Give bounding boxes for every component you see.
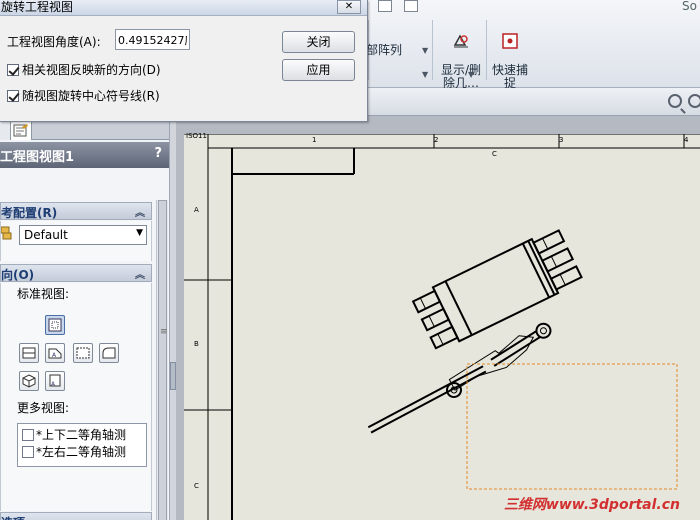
- watermark-text: 三维网www.3dportal.cn: [503, 497, 680, 513]
- dialog-title-bar[interactable]: 旋转工程视图 ✕: [0, 0, 367, 16]
- checkbox[interactable]: [22, 429, 34, 441]
- shaft-drawing-view: [490, 322, 552, 367]
- checkbox[interactable]: [22, 446, 34, 458]
- more-views-list[interactable]: *上下二等角轴测 *左右二等角轴测: [17, 423, 147, 467]
- checkbox-checked-icon[interactable]: [7, 64, 19, 76]
- column-label: 1: [312, 136, 317, 144]
- top-view-icon: A: [48, 348, 62, 359]
- show-hide-icon: [453, 34, 468, 48]
- dialog-close-button[interactable]: ✕: [337, 0, 361, 14]
- options-header[interactable]: 选项: [0, 512, 152, 520]
- orientation-header[interactable]: 向(O) ︽: [0, 264, 152, 282]
- right-view-button[interactable]: [73, 343, 93, 363]
- configuration-icon: [1, 226, 12, 240]
- bottom-view-icon: A: [49, 374, 61, 388]
- standard-views-label: 标准视图:: [17, 287, 70, 301]
- fork-drawing-view: [411, 229, 583, 350]
- shaft-end-view: [446, 382, 462, 398]
- more-views-label: 更多视图:: [17, 401, 70, 415]
- dropdown-arrow-icon[interactable]: ▼: [468, 70, 474, 79]
- bottom-view-button[interactable]: A: [45, 371, 65, 391]
- front-view-button[interactable]: [19, 343, 39, 363]
- update-related-views-checkbox[interactable]: 相关视图反映新的方向(D): [7, 61, 161, 78]
- reference-config-header[interactable]: 考配置(R) ︽: [0, 202, 152, 220]
- help-icon[interactable]: ?: [154, 146, 162, 161]
- column-label: 2: [434, 136, 439, 144]
- dialog-title: 旋转工程视图: [1, 0, 74, 14]
- property-manager-icon: [13, 124, 28, 137]
- drawing-sheet[interactable]: ISO11 1 2 3 4 C A B C: [184, 132, 700, 520]
- collapse-icon[interactable]: ︽: [135, 266, 145, 281]
- more-view-label: *上下二等角轴测: [36, 428, 127, 442]
- tab-property-manager[interactable]: [10, 121, 32, 140]
- right-view-icon: [76, 347, 90, 359]
- current-view-button[interactable]: [45, 315, 65, 335]
- quick-snap-icon: [502, 33, 518, 49]
- row-label: C: [194, 482, 199, 490]
- current-view-icon: [48, 318, 62, 332]
- collapse-icon[interactable]: ︽: [135, 204, 145, 219]
- checkbox-label: 随视图旋转中心符号线(R): [22, 89, 160, 103]
- options-label: 选项: [1, 516, 25, 520]
- front-view-icon: [22, 347, 36, 359]
- quick-snap-label: 快速捕 捉: [491, 63, 528, 90]
- top-label: C: [492, 150, 497, 158]
- zoom-to-area-icon[interactable]: [688, 94, 700, 108]
- row-label: A: [194, 206, 199, 214]
- angle-input[interactable]: [115, 29, 190, 50]
- iso-label: ISO11: [186, 132, 207, 140]
- left-view-icon: [102, 347, 116, 359]
- column-label: 4: [684, 136, 689, 144]
- show-hide-label: 显示/删 除几…: [440, 63, 482, 90]
- isometric-view-icon: [22, 374, 36, 388]
- list-item[interactable]: *上下二等角轴测: [22, 426, 126, 442]
- angle-label: 工程视图角度(A):: [7, 35, 101, 49]
- property-manager-title: 工程图视图1: [0, 150, 75, 165]
- ribbon-small-icon[interactable]: [404, 0, 418, 12]
- list-item[interactable]: *左右二等角轴测: [22, 443, 126, 459]
- rotate-centermarks-checkbox[interactable]: 随视图旋转中心符号线(R): [7, 87, 160, 104]
- top-view-button[interactable]: A: [45, 343, 65, 363]
- partial-array-button[interactable]: 部阵列: [366, 44, 402, 57]
- graphics-area[interactable]: ISO11 1 2 3 4 C A B C 三维网www.3dportal.cn: [176, 116, 700, 520]
- corner-text: So: [682, 0, 697, 13]
- checkbox-checked-icon[interactable]: [7, 90, 19, 102]
- sheet-canvas: [184, 133, 700, 520]
- apply-button[interactable]: 应用: [282, 59, 355, 81]
- grip-icon: ≡: [160, 327, 168, 337]
- chevron-down-icon: ▼: [136, 228, 143, 238]
- pane-scrollbar[interactable]: ≡: [156, 200, 168, 520]
- show-hide-button[interactable]: 显示/删 除几…: [438, 20, 484, 90]
- orientation-label: 向(O): [1, 268, 35, 282]
- zoom-to-fit-icon[interactable]: [668, 94, 682, 108]
- reference-config-body: Default ▼: [0, 221, 152, 261]
- partial-array-label: 部阵列: [366, 43, 403, 57]
- column-label: 3: [559, 136, 564, 144]
- configuration-value: Default: [24, 228, 68, 242]
- close-button[interactable]: 关闭: [282, 31, 355, 53]
- quick-snap-button[interactable]: 快速捕 捉: [490, 20, 530, 90]
- property-manager-pane: 工程图视图1 ? 考配置(R) ︽ Default ▼ 向(O) ︽ 标准视图:…: [0, 118, 170, 520]
- rotate-view-dialog: 旋转工程视图 ✕ 工程视图角度(A): 关闭 应用 相关视图反映新的方向(D) …: [0, 0, 368, 122]
- close-icon: ✕: [344, 1, 354, 12]
- left-view-button[interactable]: [99, 343, 119, 363]
- dropdown-arrow-icon[interactable]: ▼: [422, 46, 428, 55]
- checkbox-label: 相关视图反映新的方向(D): [22, 63, 161, 77]
- row-label: B: [194, 340, 199, 348]
- scrollbar-thumb[interactable]: ≡: [158, 200, 168, 520]
- isometric-view-button[interactable]: [19, 371, 39, 391]
- reference-config-label: 考配置(R): [1, 206, 58, 220]
- selection-box: [466, 363, 678, 490]
- more-view-label: *左右二等角轴测: [36, 445, 127, 459]
- orientation-body: 标准视图: A A 更多视图: *上下二等角轴测 *左右二等角轴测: [0, 283, 152, 511]
- dropdown-arrow-icon[interactable]: ▼: [422, 70, 428, 79]
- property-manager-title-bar: 工程图视图1 ?: [0, 142, 169, 168]
- ribbon-small-icon[interactable]: [378, 0, 392, 12]
- configuration-select[interactable]: Default ▼: [19, 225, 147, 245]
